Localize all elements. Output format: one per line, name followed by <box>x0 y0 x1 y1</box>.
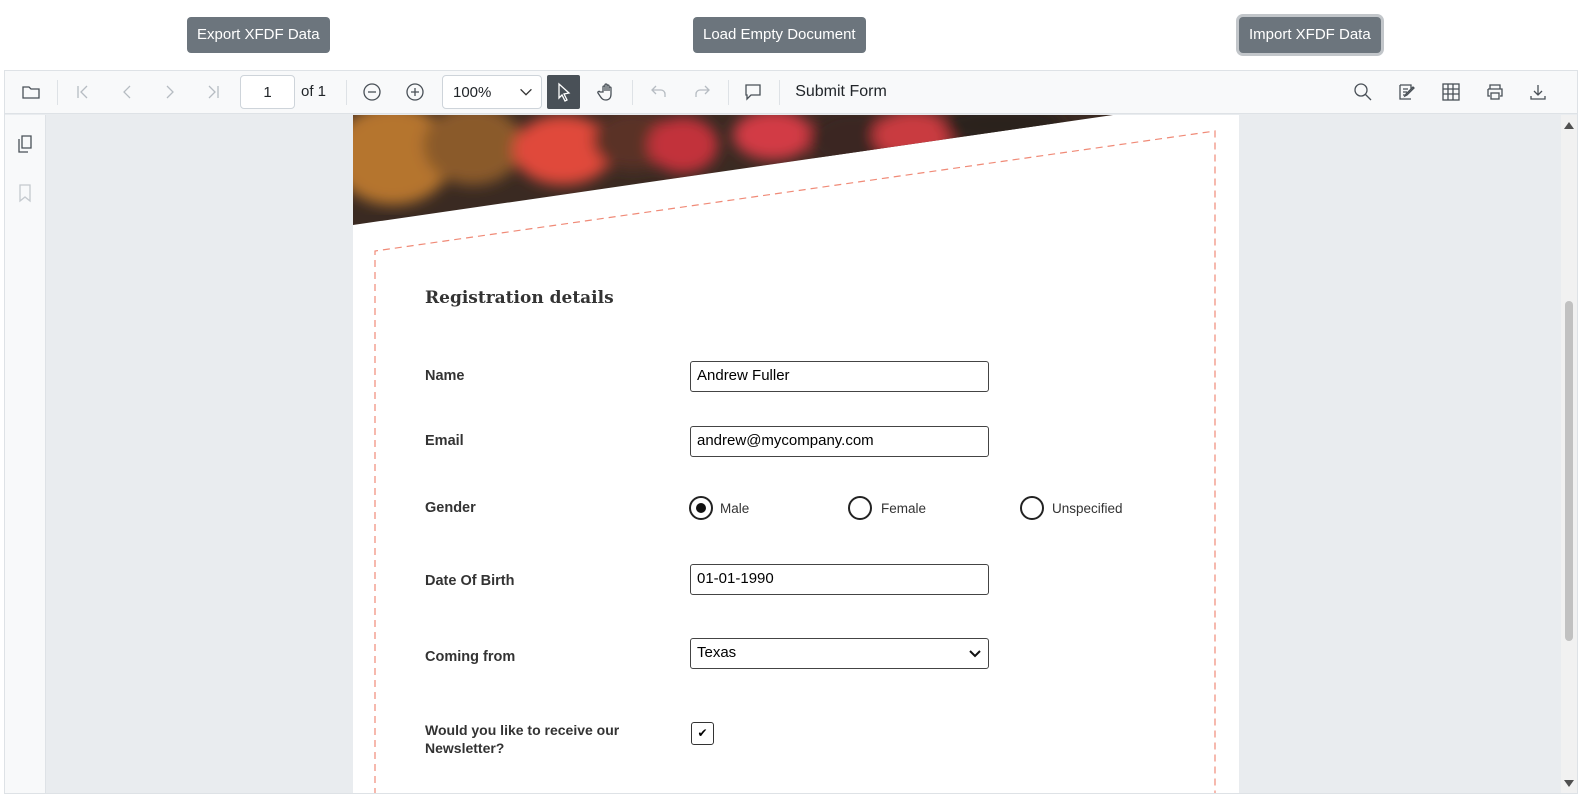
scrollbar-thumb[interactable] <box>1565 301 1573 641</box>
page-number-input[interactable] <box>240 75 295 109</box>
open-folder-icon[interactable] <box>17 75 45 109</box>
gender-radio-male[interactable] <box>689 496 713 520</box>
scroll-down-icon[interactable] <box>1563 779 1575 789</box>
dob-label: Date Of Birth <box>425 573 515 589</box>
previous-page-icon[interactable] <box>113 75 141 109</box>
page-thumbnails-icon[interactable] <box>15 134 35 154</box>
email-field[interactable]: andrew@mycompany.com <box>690 426 989 457</box>
toolbar-divider <box>57 80 58 105</box>
zoom-in-icon[interactable] <box>401 75 429 109</box>
gender-radio-female[interactable] <box>848 496 872 520</box>
newsletter-label-line1: Would you like to receive our <box>425 722 620 738</box>
email-label: Email <box>425 433 464 449</box>
toolbar-divider <box>632 80 633 105</box>
navigation-pane <box>5 115 46 793</box>
bookmark-icon[interactable] <box>15 183 35 203</box>
pan-tool-icon[interactable] <box>593 75 621 109</box>
toolbar-divider <box>779 80 780 105</box>
download-icon[interactable] <box>1524 75 1552 109</box>
pdf-page: Registration details Name Andrew Fuller … <box>353 115 1239 793</box>
search-icon[interactable] <box>1349 75 1377 109</box>
zoom-out-icon[interactable] <box>358 75 386 109</box>
comment-icon[interactable] <box>739 75 767 109</box>
name-field[interactable]: Andrew Fuller <box>690 361 989 392</box>
submit-form-button[interactable]: Submit Form <box>791 75 891 109</box>
first-page-icon[interactable] <box>69 75 97 109</box>
selection-tool-icon[interactable] <box>547 75 580 109</box>
zoom-value: 100% <box>453 83 492 101</box>
last-page-icon[interactable] <box>199 75 227 109</box>
gender-option-label: Female <box>881 501 927 516</box>
form-title: Registration details <box>425 288 614 308</box>
gender-option-label: Unspecified <box>1052 501 1123 516</box>
import-xfdf-button[interactable]: Import XFDF Data <box>1239 17 1381 53</box>
submit-form-label: Submit Form <box>795 83 887 100</box>
name-label: Name <box>425 368 465 384</box>
gender-radio-unspecified[interactable] <box>1020 496 1044 520</box>
toolbar-divider <box>728 80 729 105</box>
redo-icon[interactable] <box>688 75 716 109</box>
top-action-bar: Export XFDF Data Load Empty Document Imp… <box>0 0 1582 70</box>
coming-from-select[interactable]: Texas <box>690 638 989 669</box>
export-xfdf-button[interactable]: Export XFDF Data <box>187 17 330 53</box>
pdf-viewer: of 1 100% Submit Form <box>4 70 1578 794</box>
dob-field[interactable]: 01-01-1990 <box>690 564 989 595</box>
toolbar-divider <box>346 80 347 105</box>
newsletter-label-line2: Newsletter? <box>425 740 505 756</box>
undo-icon[interactable] <box>645 75 673 109</box>
newsletter-checkbox[interactable]: ✔ <box>691 722 714 745</box>
edit-annotation-icon[interactable] <box>1393 75 1421 109</box>
gender-option-label: Male <box>720 501 750 516</box>
page-total-label: of 1 <box>301 83 327 100</box>
next-page-icon[interactable] <box>156 75 184 109</box>
chevron-down-icon <box>520 88 532 96</box>
form-designer-icon[interactable] <box>1437 75 1465 109</box>
zoom-dropdown[interactable]: 100% <box>442 75 542 109</box>
print-icon[interactable] <box>1481 75 1509 109</box>
coming-from-label: Coming from <box>425 649 516 665</box>
vertical-scrollbar[interactable] <box>1561 115 1577 793</box>
coming-from-value: Texas <box>697 644 737 661</box>
scroll-up-icon[interactable] <box>1563 120 1575 130</box>
chevron-down-icon <box>969 650 981 658</box>
viewer-toolbar: of 1 100% Submit Form <box>5 71 1577 114</box>
load-empty-document-button[interactable]: Load Empty Document <box>693 17 866 53</box>
gender-label: Gender <box>425 500 476 516</box>
